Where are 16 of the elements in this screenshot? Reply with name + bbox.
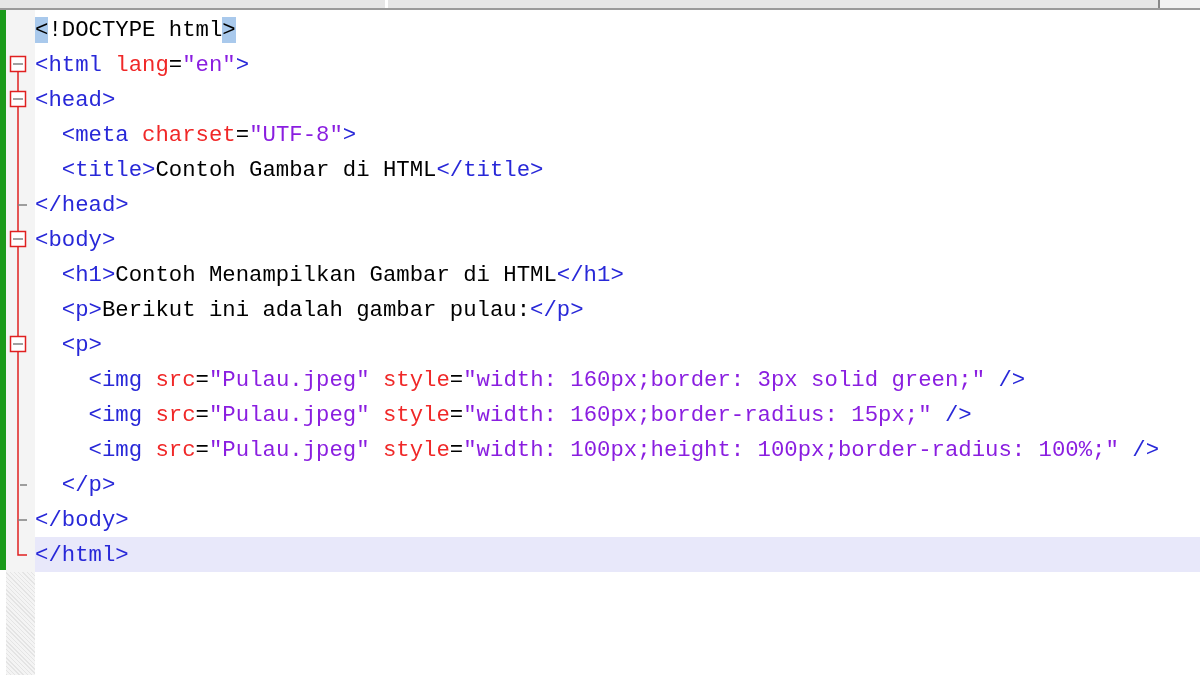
- code-line: <h1>Contoh Menampilkan Gambar di HTML</h1>: [61, 261, 624, 288]
- code-line: </html>: [35, 541, 129, 568]
- code-line: </p>: [61, 471, 116, 498]
- code-line: <img src="Pulau.jpeg" style="width: 160px;border: 3px solid green;" />: [88, 366, 1026, 393]
- code-line: <html lang="en">: [35, 51, 250, 78]
- code-line: <!DOCTYPE html>: [35, 16, 236, 43]
- code-line: </body>: [35, 506, 129, 533]
- code-line: <meta charset="UTF-8">: [61, 121, 357, 148]
- code-line: <title>Contoh Gambar di HTML</title>: [61, 156, 544, 183]
- code-line: <head>: [35, 86, 116, 113]
- code-line: <p>: [61, 331, 102, 358]
- code-line: <img src="Pulau.jpeg" style="width: 100px;height: 100px;border-radius: 100%;" />: [88, 436, 1159, 463]
- code-line: <p>Berikut ini adalah gambar pulau:</p>: [61, 296, 584, 323]
- code-line: <img src="Pulau.jpeg" style="width: 160px;border-radius: 15px;" />: [88, 401, 972, 428]
- code-line: <body>: [35, 226, 116, 253]
- code-line: </head>: [35, 191, 129, 218]
